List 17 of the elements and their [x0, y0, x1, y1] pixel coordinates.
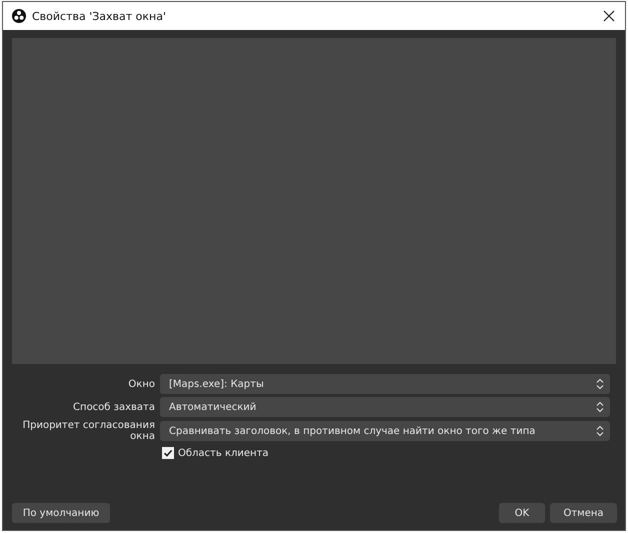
- field-label: Приоритет согласования окна: [22, 420, 155, 442]
- window-title: Свойства 'Захват окна': [32, 10, 168, 22]
- dropdown[interactable]: Сравнивать заголовок, в противном случае найти окно того же типа: [160, 421, 610, 441]
- close-icon[interactable]: [603, 10, 615, 22]
- cancel-button[interactable]: Отмена: [550, 503, 617, 523]
- up-down-arrows-icon: [596, 378, 604, 390]
- field-label: Способ захвата: [72, 402, 155, 412]
- checkbox-label: Область клиента: [178, 448, 269, 458]
- dropdown[interactable]: Автоматический: [160, 397, 610, 417]
- ok-button[interactable]: OK: [499, 503, 545, 523]
- defaults-button[interactable]: По умолчанию: [12, 503, 110, 523]
- field-label: Окно: [127, 378, 155, 390]
- app-logo-icon: [12, 9, 26, 23]
- checkbox[interactable]: [162, 447, 174, 459]
- up-down-arrows-icon: [596, 401, 604, 413]
- dropdown[interactable]: [Maps.exe]: Карты: [160, 374, 610, 394]
- up-down-arrows-icon: [596, 425, 604, 437]
